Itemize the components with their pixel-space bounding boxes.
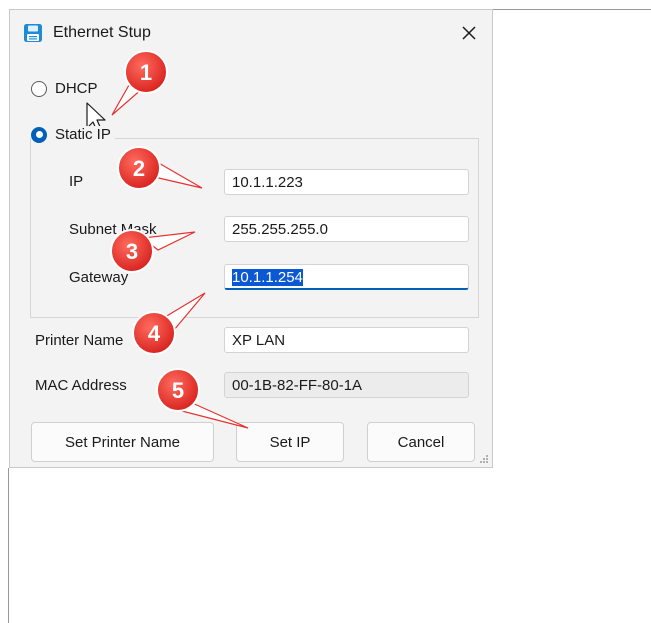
- ip-label: IP: [69, 173, 84, 190]
- set-printer-name-button[interactable]: Set Printer Name: [31, 422, 214, 462]
- static-ip-radio[interactable]: [31, 126, 47, 143]
- subnet-mask-label: Subnet Mask: [69, 221, 157, 238]
- printer-name-input[interactable]: XP LAN: [224, 327, 469, 353]
- mac-address-label: MAC Address: [35, 377, 127, 394]
- save-icon: [24, 24, 42, 42]
- gateway-label: Gateway: [69, 269, 129, 286]
- static-ip-label: Static IP: [55, 126, 111, 143]
- resize-grip-icon[interactable]: [479, 454, 489, 464]
- dhcp-label: DHCP: [55, 80, 98, 97]
- gateway-input[interactable]: 10.1.1.254: [224, 264, 469, 290]
- printer-name-value: XP LAN: [232, 332, 286, 349]
- subnet-mask-input[interactable]: 255.255.255.0: [224, 216, 469, 242]
- static-ip-option[interactable]: Static IP: [31, 126, 115, 143]
- mac-address-field: 00-1B-82-FF-80-1A: [224, 372, 469, 398]
- printer-name-label: Printer Name: [35, 332, 124, 349]
- dhcp-radio[interactable]: [31, 80, 47, 97]
- gateway-value: 10.1.1.254: [232, 269, 303, 286]
- page-edge: [8, 468, 9, 623]
- close-icon: [462, 26, 476, 40]
- close-button[interactable]: [454, 18, 484, 48]
- dhcp-option[interactable]: DHCP: [31, 80, 98, 97]
- page-edge: [493, 9, 651, 10]
- title-bar: Ethernet Stup: [10, 10, 492, 56]
- window-title: Ethernet Stup: [53, 24, 151, 41]
- cancel-button[interactable]: Cancel: [367, 422, 475, 462]
- set-ip-button[interactable]: Set IP: [236, 422, 344, 462]
- ip-input[interactable]: 10.1.1.223: [224, 169, 469, 195]
- mac-address-value: 00-1B-82-FF-80-1A: [232, 377, 363, 394]
- ip-value: 10.1.1.223: [232, 174, 303, 191]
- ethernet-setup-dialog: Ethernet Stup DHCP Static IP IP 10.1.1.2…: [9, 9, 493, 468]
- subnet-mask-value: 255.255.255.0: [232, 221, 328, 238]
